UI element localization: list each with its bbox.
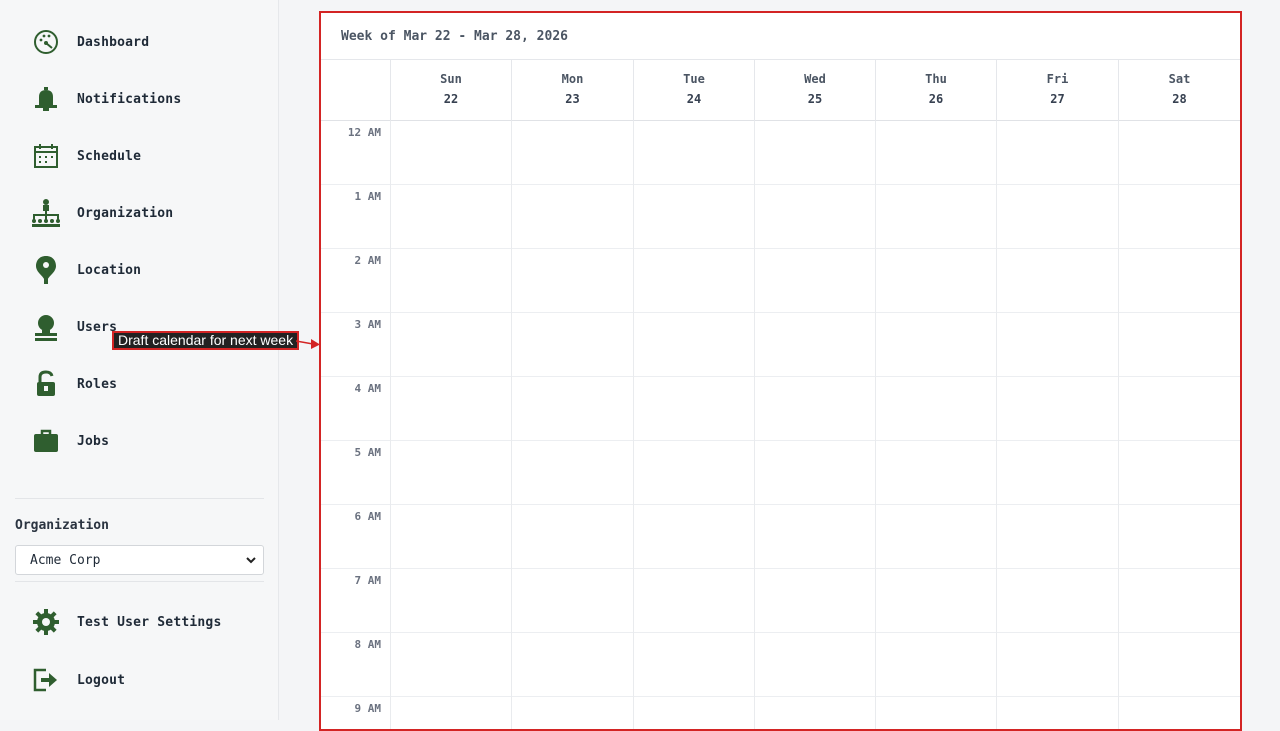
map-pin-icon [30, 254, 62, 286]
day-header-fri: Fri 27 [996, 60, 1118, 121]
sidebar-item-dashboard[interactable]: Dashboard [30, 22, 260, 62]
day-date: 25 [807, 92, 823, 106]
day-name: Thu [925, 72, 947, 86]
sidebar-item-label: Location [77, 262, 142, 278]
day-name: Fri [1046, 72, 1069, 86]
day-date: 24 [686, 92, 702, 106]
bell-icon [30, 83, 62, 115]
sidebar-item-notifications[interactable]: Notifications [30, 79, 260, 119]
day-header-sun: Sun 22 [390, 60, 511, 121]
day-header-tue: Tue 24 [633, 60, 754, 121]
hour-label: 5 AM [354, 446, 382, 459]
hour-label: 3 AM [354, 318, 382, 331]
sidebar-item-partial[interactable] [30, 478, 260, 493]
hour-label: 1 AM [354, 190, 382, 203]
logout-link[interactable]: Logout [30, 660, 260, 700]
day-column-mon[interactable] [512, 121, 633, 729]
day-name: Sat [1168, 72, 1191, 86]
annotation-arrow-icon [296, 339, 320, 349]
sidebar-divider [15, 581, 264, 582]
sidebar-item-schedule[interactable]: Schedule [30, 136, 260, 176]
calendar-icon [30, 140, 62, 172]
day-column-fri[interactable] [997, 121, 1118, 729]
sidebar-item-label: Dashboard [77, 34, 150, 50]
sidebar-item-organization[interactable]: Organization [30, 193, 260, 233]
settings-label: Test User Settings [77, 614, 222, 630]
logout-label: Logout [77, 672, 126, 688]
day-name: Sun [440, 72, 462, 86]
day-column-sun[interactable] [391, 121, 511, 729]
sidebar-item-label: Notifications [77, 91, 182, 107]
logout-icon [30, 664, 62, 696]
sidebar-item-roles[interactable]: Roles [30, 364, 260, 404]
user-icon [30, 311, 62, 343]
day-date: 22 [443, 92, 459, 106]
calendar-header: Sun 22 Mon 23 Tue 24 Wed 25 Thu 26 Fri 2… [321, 59, 1240, 121]
hour-label: 7 AM [354, 574, 382, 587]
day-date: 28 [1172, 92, 1187, 106]
day-name: Mon [561, 72, 584, 86]
calendar-grid: 12 AM 1 AM 2 AM 3 AM 4 AM 5 AM 6 AM 7 AM [321, 121, 1240, 729]
main-content: Week of Mar 22 - Mar 28, 2026 Sun 22 Mon… [280, 0, 1280, 731]
dashboard-icon [30, 26, 62, 58]
hour-label: 2 AM [354, 254, 382, 267]
day-date: 23 [565, 92, 580, 106]
day-header-mon: Mon 23 [511, 60, 633, 121]
day-date: 26 [928, 92, 944, 106]
day-column-tue[interactable] [634, 121, 754, 729]
day-header-thu: Thu 26 [875, 60, 996, 121]
hour-label: 4 AM [354, 382, 382, 395]
sidebar-divider [15, 498, 264, 499]
gear-icon [30, 606, 62, 638]
sidebar-item-label: Organization [77, 205, 174, 221]
organization-select[interactable]: Acme Corp [15, 545, 264, 575]
day-column-thu[interactable] [876, 121, 996, 729]
day-name: Wed [804, 72, 826, 86]
partial-icon [30, 482, 62, 493]
sidebar-item-label: Jobs [77, 433, 110, 449]
chevron-down-icon [245, 554, 257, 570]
hour-label: 8 AM [354, 638, 382, 651]
annotation-callout: Draft calendar for next week [112, 331, 300, 350]
org-chart-icon [30, 197, 62, 229]
hour-label: 6 AM [354, 510, 382, 523]
hour-label: 9 AM [354, 702, 382, 715]
sidebar-nav: Dashboard Notifications Schedule Organiz… [0, 0, 279, 493]
sidebar: Dashboard Notifications Schedule Organiz… [0, 0, 279, 720]
organization-label: Organization [15, 518, 109, 533]
day-name: Tue [683, 72, 705, 86]
day-header-sat: Sat 28 [1118, 60, 1240, 121]
sidebar-item-label: Roles [77, 376, 118, 392]
day-column-wed[interactable] [755, 121, 875, 729]
day-header-wed: Wed 25 [754, 60, 875, 121]
organization-select-value: Acme Corp [30, 552, 101, 568]
hour-label: 12 AM [347, 126, 381, 139]
sidebar-item-jobs[interactable]: Jobs [30, 421, 260, 461]
lock-icon [30, 368, 62, 400]
week-calendar: Week of Mar 22 - Mar 28, 2026 Sun 22 Mon… [319, 11, 1242, 731]
briefcase-icon [30, 425, 62, 457]
calendar-title: Week of Mar 22 - Mar 28, 2026 [341, 29, 568, 44]
settings-link[interactable]: Test User Settings [30, 602, 260, 642]
sidebar-item-label: Schedule [77, 148, 142, 164]
day-date: 27 [1050, 92, 1065, 106]
day-column-sat[interactable] [1119, 121, 1240, 729]
sidebar-item-location[interactable]: Location [30, 250, 260, 290]
